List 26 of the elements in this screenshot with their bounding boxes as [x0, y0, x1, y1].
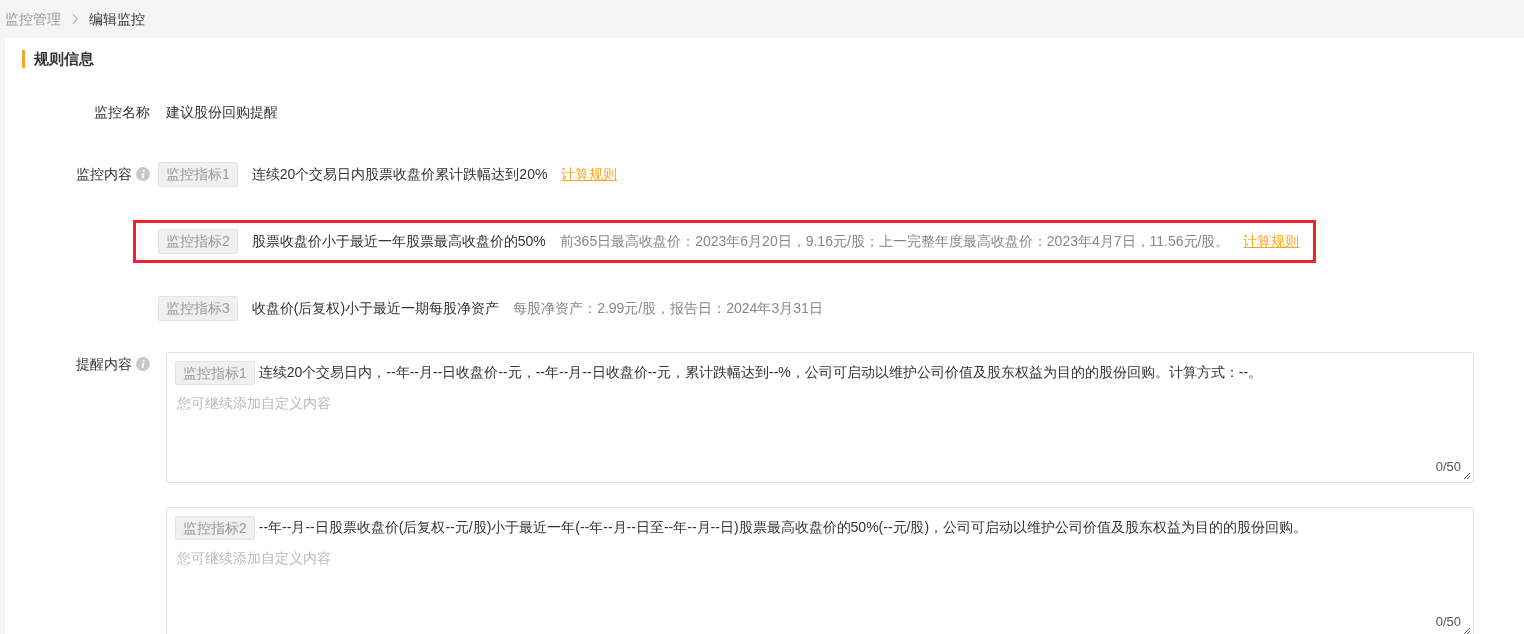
field-label: 监控内容 — [76, 164, 132, 184]
rule-link[interactable]: 计算规则 — [1243, 231, 1300, 252]
character-counter: 0/50 — [1435, 457, 1461, 476]
indicator-text: 连续20个交易日内股票收盘价累计跌幅达到20% — [251, 165, 548, 184]
indicator-text: 收盘价(后复权)小于最近一期每股净资产 — [251, 299, 500, 318]
rule-link[interactable]: 计算规则 — [561, 164, 618, 185]
indicator-note: 每股净资产：2.99元/股，报告日：2024年3月31日 — [513, 299, 823, 318]
reminder-text: --年--月--日股票收盘价(后复权--元/股)小于最近一年(--年--月--日至--年--月--日)股票最高收盘价的50%(--元/股)，公司可启动以维护公司价值及股东权益为目的的股份回购。 — [258, 518, 1308, 537]
indicator-note: 前365日最高收盘价：2023年6月20日，9.16元/股；上一完整年度最高收盘价：2023年4月7日，11.56元/股。 — [559, 232, 1230, 251]
field-label: 提醒内容 — [76, 354, 132, 374]
breadcrumb-item: 编辑监控 — [89, 9, 145, 29]
chevron-icon — [71, 13, 79, 25]
resize-handle-icon[interactable] — [1463, 472, 1471, 480]
indicator-text: 股票收盘价小于最近一年股票最高收盘价的50% — [251, 232, 546, 251]
indicator-tag: 监控指标3 — [158, 296, 238, 321]
indicator-tag: 监控指标1 — [158, 162, 238, 187]
section-title: 规则信息 — [22, 50, 1524, 68]
reminder-text: 连续20个交易日内，--年--月--日收盘价--元，--年--月--日收盘价--元，累计跌幅达到--%，公司可启动以维护公司价值及股东权益为目的的股份回购。计算方式：--。 — [258, 363, 1263, 382]
character-counter: 0/50 — [1435, 612, 1461, 631]
resize-handle-icon[interactable] — [1463, 627, 1471, 634]
indicator-tag: 监控指标2 — [175, 516, 255, 540]
indicator-tag: 监控指标2 — [158, 229, 238, 254]
breadcrumb-item[interactable]: 监控管理 — [5, 8, 61, 30]
indicator-tag: 监控指标1 — [175, 361, 255, 385]
monitor-name-value: 建议股份回购提醒 — [166, 102, 278, 122]
field-label: 监控名称 — [93, 102, 151, 122]
